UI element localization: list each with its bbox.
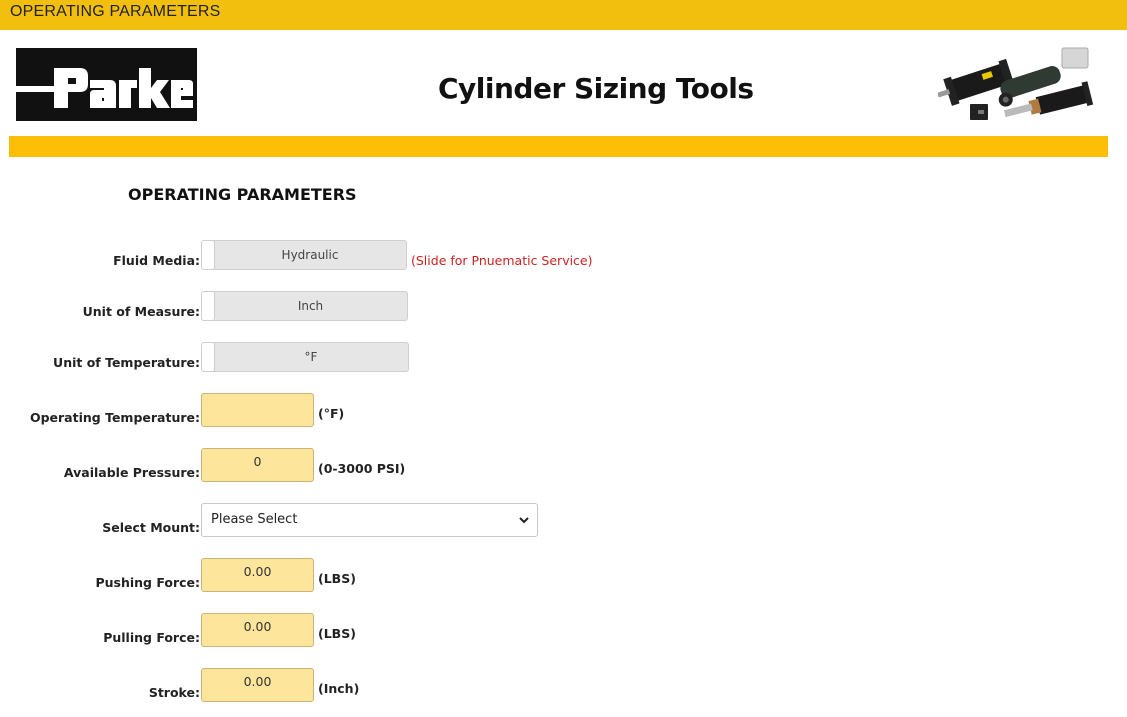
site-title: Cylinder Sizing Tools bbox=[438, 72, 754, 105]
pushing-force-input[interactable] bbox=[201, 558, 314, 592]
operating-temperature-unit: (°F) bbox=[318, 406, 345, 421]
unit-of-temperature-value: °F bbox=[304, 350, 318, 364]
select-mount-row: Select Mount: Please Select bbox=[0, 503, 700, 543]
available-pressure-unit: (0-3000 PSI) bbox=[318, 461, 406, 476]
stroke-row: Stroke: (Inch) bbox=[0, 668, 700, 708]
pulling-force-label: Pulling Force: bbox=[103, 630, 200, 645]
product-image bbox=[937, 44, 1100, 126]
fluid-media-value: Hydraulic bbox=[281, 248, 339, 262]
section-title: OPERATING PARAMETERS bbox=[128, 185, 357, 204]
window-title: OPERATING PARAMETERS bbox=[10, 3, 221, 20]
parker-logo bbox=[16, 48, 197, 121]
toggle-knob[interactable] bbox=[201, 240, 215, 270]
select-mount-label: Select Mount: bbox=[102, 520, 200, 535]
unit-of-temperature-label: Unit of Temperature: bbox=[53, 355, 200, 370]
pulling-force-unit: (LBS) bbox=[318, 626, 356, 641]
toggle-knob[interactable] bbox=[201, 342, 215, 372]
stroke-unit: (Inch) bbox=[318, 681, 360, 696]
fluid-media-row: Fluid Media: Hydraulic (Slide for Pnuema… bbox=[0, 240, 700, 280]
mount-select-value: Please Select bbox=[211, 512, 298, 527]
available-pressure-input[interactable] bbox=[201, 448, 314, 482]
pulling-force-row: Pulling Force: (LBS) bbox=[0, 613, 700, 653]
fluid-media-label: Fluid Media: bbox=[113, 253, 200, 268]
pulling-force-input[interactable] bbox=[201, 613, 314, 647]
cylinders-illustration bbox=[937, 47, 1094, 120]
stroke-label: Stroke: bbox=[148, 685, 200, 700]
fluid-media-toggle[interactable]: Hydraulic bbox=[201, 240, 407, 270]
mount-select[interactable]: Please Select bbox=[201, 503, 538, 537]
toggle-knob[interactable] bbox=[201, 291, 215, 321]
fluid-media-hint: (Slide for Pnuematic Service) bbox=[411, 253, 593, 268]
operating-temperature-input[interactable] bbox=[201, 393, 314, 427]
parker-logo-graphic bbox=[16, 48, 197, 121]
pushing-force-unit: (LBS) bbox=[318, 571, 356, 586]
unit-of-temperature-toggle[interactable]: °F bbox=[201, 342, 409, 372]
header-accent-bar bbox=[9, 136, 1108, 157]
operating-temperature-row: Operating Temperature: (°F) bbox=[0, 393, 700, 433]
unit-of-measure-value: Inch bbox=[297, 299, 324, 313]
window-title-bar: OPERATING PARAMETERS bbox=[0, 0, 1127, 30]
pushing-force-label: Pushing Force: bbox=[95, 575, 200, 590]
unit-of-measure-toggle[interactable]: Inch bbox=[201, 291, 408, 321]
unit-of-measure-row: Unit of Measure: Inch bbox=[0, 291, 700, 331]
unit-of-temperature-row: Unit of Temperature: °F bbox=[0, 342, 700, 382]
available-pressure-row: Available Pressure: (0-3000 PSI) bbox=[0, 448, 700, 488]
chevron-down-icon bbox=[519, 517, 529, 524]
available-pressure-label: Available Pressure: bbox=[63, 465, 200, 480]
stroke-input[interactable] bbox=[201, 668, 314, 702]
pushing-force-row: Pushing Force: (LBS) bbox=[0, 558, 700, 598]
unit-of-measure-label: Unit of Measure: bbox=[82, 304, 200, 319]
operating-temperature-label: Operating Temperature: bbox=[29, 410, 200, 425]
